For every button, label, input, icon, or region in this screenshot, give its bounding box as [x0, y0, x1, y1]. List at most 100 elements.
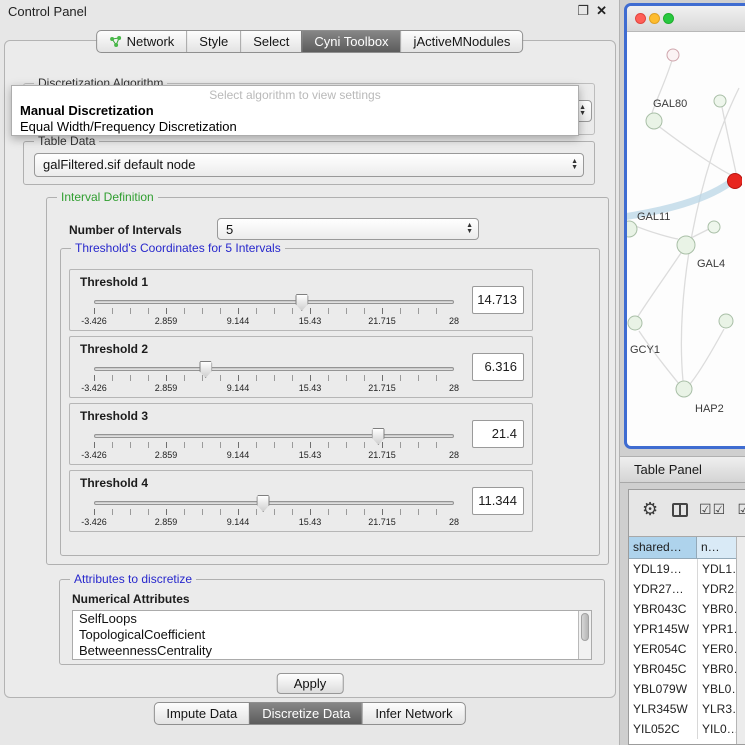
table-row[interactable]: YBR045CYBR0…: [629, 659, 745, 679]
zoom-button[interactable]: [663, 13, 674, 24]
network-view-window[interactable]: GAL80 GAL11 GAL4 GCY1 HAP2: [624, 3, 745, 449]
tab-discretize-data[interactable]: Discretize Data: [249, 703, 362, 724]
table-row[interactable]: YPR145WYPR1…: [629, 619, 745, 639]
float-window-icon[interactable]: ❐: [577, 3, 589, 19]
table-row[interactable]: YDR27…YDR2…: [629, 579, 745, 599]
table-panel-header: Table Panel: [620, 456, 745, 483]
threshold-label: Threshold 1: [80, 275, 148, 289]
threshold-slider[interactable]: -3.426 2.859 9.144 15.43 21.715 28: [94, 359, 454, 395]
apply-button[interactable]: Apply: [277, 673, 344, 694]
group-title: Threshold's Coordinates for 5 Intervals: [71, 241, 285, 255]
tick-label: -3.426: [81, 517, 107, 527]
network-icon: [109, 35, 122, 48]
checkbox-icon[interactable]: ☑: [737, 501, 745, 518]
table-data-group: Table Data galFiltered.sif default node: [23, 141, 595, 185]
select-all-checkbox-icon[interactable]: ☑☑: [699, 501, 726, 518]
tab-label: Discretize Data: [262, 706, 350, 721]
stepper-arrows-icon: [579, 105, 586, 117]
tab-select[interactable]: Select: [240, 31, 301, 52]
tick-label: 15.43: [299, 383, 322, 393]
tab-cyni-toolbox[interactable]: Cyni Toolbox: [301, 31, 400, 52]
tab-network[interactable]: Network: [97, 31, 187, 52]
close-button[interactable]: [635, 13, 646, 24]
network-node[interactable]: [714, 95, 726, 107]
minimize-button[interactable]: [649, 13, 660, 24]
tick-label: 9.144: [227, 316, 250, 326]
table-row[interactable]: YER054CYER0…: [629, 639, 745, 659]
threshold-value-field[interactable]: 21.4: [472, 420, 524, 448]
gear-icon[interactable]: ⚙: [642, 499, 658, 520]
network-node[interactable]: [708, 221, 720, 233]
network-node[interactable]: [627, 221, 637, 237]
dropdown-option-manual[interactable]: Manual Discretization: [12, 102, 578, 118]
tab-jactivemodules[interactable]: jActiveMNodules: [401, 31, 523, 52]
threshold-slider[interactable]: -3.426 2.859 9.144 15.43 21.715 28: [94, 493, 454, 529]
combo-value: 5: [226, 219, 233, 240]
list-scrollbar[interactable]: [578, 611, 591, 659]
attribute-table: shared… n… YDL19…YDL1… YDR27…YDR2… YBR04…: [629, 536, 745, 744]
list-item[interactable]: TopologicalCoefficient: [73, 627, 591, 643]
tab-label: Style: [199, 34, 228, 49]
list-item[interactable]: SelfLoops: [73, 611, 591, 627]
network-node[interactable]: [628, 316, 642, 330]
table-row[interactable]: YIL052CYIL0…: [629, 719, 745, 739]
columns-icon[interactable]: [672, 503, 688, 517]
threshold-row: Threshold 4 -3.426 2.859 9.144 15.43 21.…: [69, 470, 533, 532]
num-intervals-combo[interactable]: 5: [217, 218, 479, 240]
threshold-slider[interactable]: -3.426 2.859 9.144 15.43 21.715 28: [94, 426, 454, 462]
tick-label: 15.43: [299, 517, 322, 527]
table-row[interactable]: YDL19…YDL1…: [629, 559, 745, 579]
threshold-slider[interactable]: -3.426 2.859 9.144 15.43 21.715 28: [94, 292, 454, 328]
dropdown-option-equal-width[interactable]: Equal Width/Frequency Discretization: [12, 118, 578, 134]
tab-label: Network: [127, 34, 175, 49]
tab-infer-network[interactable]: Infer Network: [362, 703, 464, 724]
tick-label: 28: [449, 316, 459, 326]
slider-tick-labels: -3.426 2.859 9.144 15.43 21.715 28: [94, 426, 454, 462]
tick-label: 9.144: [227, 517, 250, 527]
list-item[interactable]: BetweennessCentrality: [73, 643, 591, 659]
group-title: Interval Definition: [57, 190, 158, 204]
table-toolbar: ⚙ ☑☑ ☑: [629, 490, 745, 536]
slider-tick-labels: -3.426 2.859 9.144 15.43 21.715 28: [94, 359, 454, 395]
threshold-row: Threshold 1 -3.426 2.859 9.144 15.43 21.…: [69, 269, 533, 331]
network-node[interactable]: [719, 314, 733, 328]
network-node-selected[interactable]: [728, 174, 743, 189]
table-scrollbar[interactable]: [736, 537, 745, 744]
bottom-tab-bar: Impute Data Discretize Data Infer Networ…: [153, 702, 465, 725]
column-header-shared-name[interactable]: shared…: [629, 537, 697, 559]
threshold-value-field[interactable]: 6.316: [472, 353, 524, 381]
tab-style[interactable]: Style: [186, 31, 240, 52]
tab-label: Cyni Toolbox: [314, 34, 388, 49]
network-node-label: GAL4: [697, 258, 725, 270]
network-node-label: GAL11: [637, 211, 670, 223]
table-row[interactable]: YLR345WYLR3…: [629, 699, 745, 719]
dropdown-header: Select algorithm to view settings: [12, 86, 578, 102]
numerical-attributes-list[interactable]: SelfLoops TopologicalCoefficient Between…: [72, 610, 592, 660]
scrollbar-thumb[interactable]: [581, 613, 589, 641]
network-node[interactable]: [676, 381, 692, 397]
tick-label: 28: [449, 450, 459, 460]
tick-label: 2.859: [155, 383, 178, 393]
tick-label: -3.426: [81, 316, 107, 326]
network-node-label: GAL80: [653, 98, 687, 110]
network-canvas[interactable]: GAL80 GAL11 GAL4 GCY1 HAP2: [627, 33, 742, 447]
tick-label: 2.859: [155, 517, 178, 527]
network-node[interactable]: [677, 236, 695, 254]
tick-label: 2.859: [155, 450, 178, 460]
tick-label: 15.43: [299, 450, 322, 460]
network-node[interactable]: [646, 113, 662, 129]
table-row[interactable]: YBR043CYBR0…: [629, 599, 745, 619]
network-node[interactable]: [667, 49, 679, 61]
tick-label: 21.715: [368, 316, 396, 326]
threshold-label: Threshold 2: [80, 342, 148, 356]
threshold-value-field[interactable]: 11.344: [472, 487, 524, 515]
tick-label: 21.715: [368, 383, 396, 393]
tab-impute-data[interactable]: Impute Data: [154, 703, 249, 724]
threshold-value-field[interactable]: 14.713: [472, 286, 524, 314]
table-panel-title: Table Panel: [634, 462, 702, 477]
thresholds-group: Threshold's Coordinates for 5 Intervals …: [60, 248, 600, 556]
close-icon[interactable]: ✕: [596, 3, 607, 19]
table-panel-window: ⚙ ☑☑ ☑ shared… n… YDL19…YDL1… YDR27…YDR2…: [628, 489, 745, 745]
table-data-combo[interactable]: galFiltered.sif default node: [34, 153, 584, 177]
table-row[interactable]: YBL079WYBL0…: [629, 679, 745, 699]
